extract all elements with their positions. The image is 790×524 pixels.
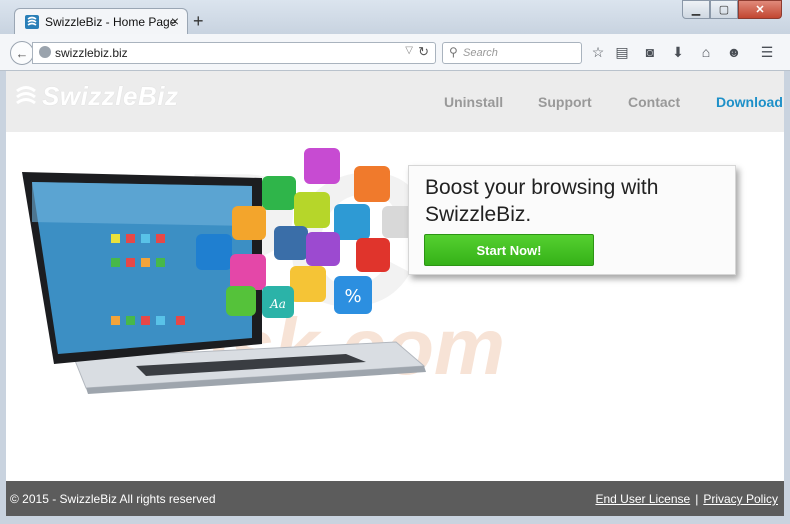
menu-icon[interactable]: ☰ [758, 43, 776, 61]
camera-app-icon [334, 204, 370, 240]
back-icon: ← [15, 45, 29, 61]
minimize-button[interactable]: ▁ [682, 0, 710, 19]
clipboard-icon[interactable]: ▤ [613, 43, 631, 61]
video-app-icon [304, 148, 340, 184]
nav-download[interactable]: Download [716, 94, 783, 110]
mail-app-icon [290, 266, 326, 302]
swizzlebiz-favicon-icon [25, 15, 39, 29]
tab-close-icon[interactable]: × [171, 13, 179, 29]
tab-title: SwizzleBiz - Home Page [45, 15, 177, 29]
home-icon[interactable]: ⌂ [697, 43, 715, 61]
footer-separator: | [695, 492, 699, 506]
nav-uninstall[interactable]: Uninstall [444, 94, 503, 110]
maximize-button[interactable]: ▢ [710, 0, 738, 19]
nav-contact[interactable]: Contact [628, 94, 680, 110]
promo-headline: Boost your browsing with SwizzleBiz. [425, 176, 659, 226]
nav-support[interactable]: Support [538, 94, 592, 110]
window-bottom-border [0, 516, 790, 524]
url-bar[interactable]: swizzlebiz.biz ▽ ↻ [32, 42, 436, 64]
pen-app-icon [294, 192, 330, 228]
end-user-license-link[interactable]: End User License [595, 492, 690, 506]
tab-active[interactable]: SwizzleBiz - Home Page × [14, 8, 188, 35]
music-app-icon [226, 286, 256, 316]
start-now-button[interactable]: Start Now! [424, 234, 594, 266]
navigation-toolbar: ← swizzlebiz.biz ▽ ↻ ⚲ Search ☆ ▤ ◙ ⬇ ⌂ … [0, 34, 790, 71]
url-dropdown-icon[interactable]: ▽ [405, 45, 413, 56]
footer-copyright: © 2015 - SwizzleBiz All rights reserved [10, 492, 216, 506]
star-icon[interactable]: ☆ [589, 43, 607, 61]
lock-app-icon [274, 226, 308, 260]
site-footer: © 2015 - SwizzleBiz All rights reserved … [6, 481, 784, 516]
privacy-policy-link[interactable]: Privacy Policy [703, 492, 778, 506]
browser-window: SwizzleBiz - Home Page × + ▁ ▢ ✕ ← swizz… [0, 0, 790, 524]
site-logo[interactable]: SwizzleBiz [14, 81, 178, 112]
svg-text:Aa: Aa [269, 297, 286, 311]
floating-app-icons: % Aa [196, 148, 414, 318]
url-text[interactable]: swizzlebiz.biz [55, 46, 128, 60]
globe-app-icon [196, 234, 232, 270]
pocket-icon[interactable]: ◙ [641, 43, 659, 61]
search-input[interactable]: ⚲ Search [442, 42, 582, 64]
network-app-icon [306, 232, 340, 266]
cart-app-icon [262, 176, 296, 210]
new-tab-button[interactable]: + [193, 12, 204, 30]
globe-icon [39, 46, 51, 58]
chat-icon[interactable]: ☻ [725, 43, 743, 61]
logo-text: SwizzleBiz [42, 81, 179, 111]
promo-box: Boost your browsing with SwizzleBiz. Sta… [408, 165, 736, 275]
svg-text:%: % [344, 286, 361, 307]
web-page: PC risk.com SwizzleBiz Uninstall Support… [6, 71, 784, 516]
window-controls: ▁ ▢ ✕ [682, 0, 782, 19]
search-app-icon [230, 254, 266, 290]
site-header: SwizzleBiz Uninstall Support Contact Dow… [6, 71, 784, 132]
reload-icon[interactable]: ↻ [418, 44, 429, 60]
back-button[interactable]: ← [10, 41, 34, 65]
search-icon: ⚲ [449, 45, 458, 59]
footer-links: End User License | Privacy Policy [595, 492, 778, 506]
swizzlebiz-logo-icon [16, 86, 36, 105]
broadcast-app-icon [356, 238, 390, 272]
rss-app-icon [232, 206, 266, 240]
download-icon[interactable]: ⬇ [669, 43, 687, 61]
title-bar: SwizzleBiz - Home Page × + ▁ ▢ ✕ [0, 0, 790, 35]
close-window-button[interactable]: ✕ [738, 0, 782, 19]
search-placeholder: Search [463, 47, 498, 59]
unlock-app-icon [354, 166, 390, 202]
